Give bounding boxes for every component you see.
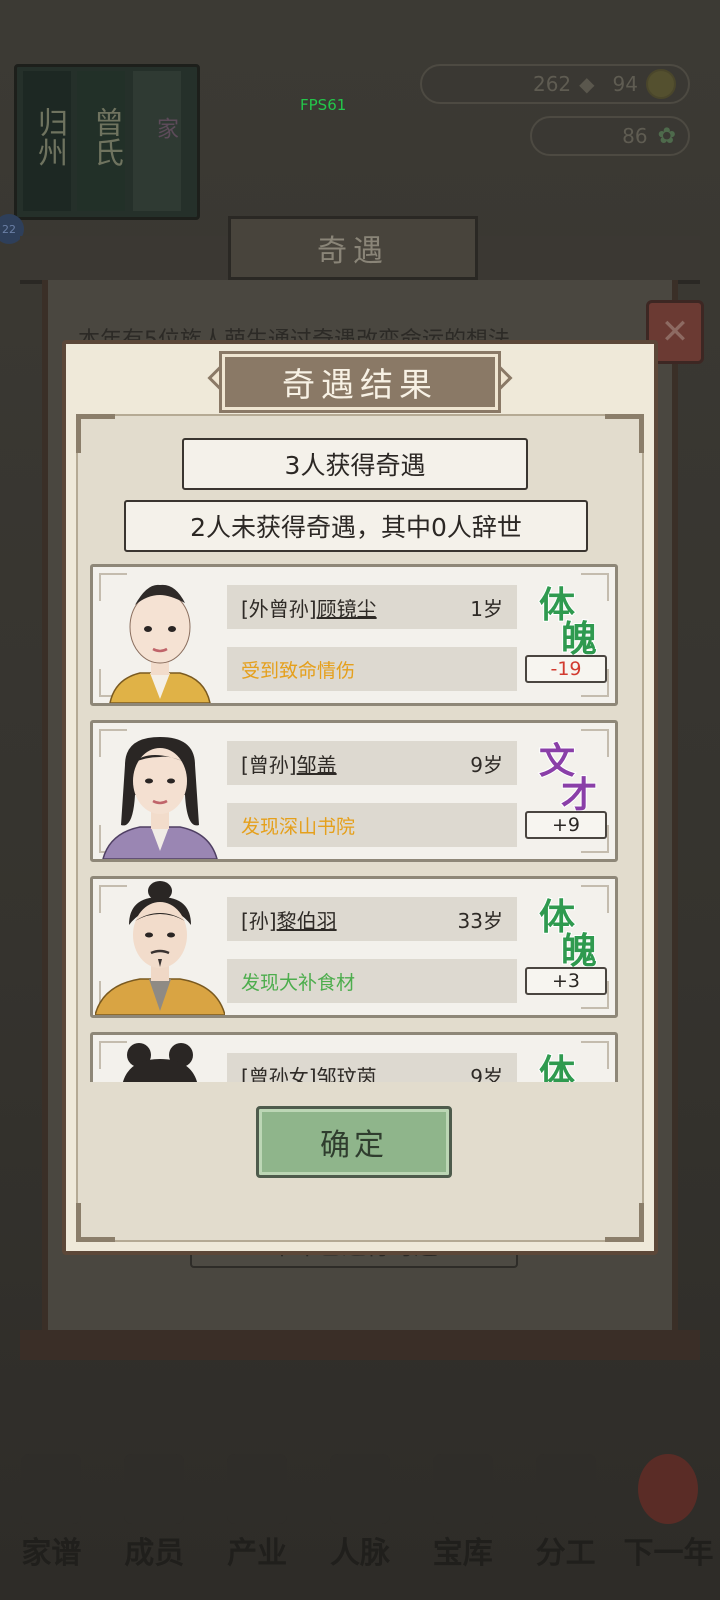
member-card: [孙]黎伯羽 33岁 发现大补食材 体 魄 +3 <box>90 876 618 1018</box>
nav-label: 成员 <box>124 1536 185 1571</box>
book-label-3: 家 <box>153 117 178 139</box>
member-name-row: [孙]黎伯羽 33岁 <box>227 897 517 941</box>
member-name-row: [曾孙女]邹玟茵 9岁 <box>227 1053 517 1082</box>
nav-members[interactable]: 成员 <box>109 1454 199 1572</box>
member-name-link[interactable]: 邹盖 <box>297 753 337 777</box>
resource-bar-second: 86 ✿ <box>530 116 690 156</box>
industry-icon <box>227 1454 288 1524</box>
nav-label: 人脉 <box>329 1536 390 1571</box>
network-icon <box>329 1454 390 1524</box>
assignment-icon <box>535 1454 596 1524</box>
member-age: 1岁 <box>470 596 503 621</box>
attribute-label-char: 体 <box>538 1052 576 1082</box>
attribute-delta: +3 <box>525 967 607 995</box>
member-event-text: 发现大补食材 <box>241 971 356 994</box>
member-card: [曾孙]邹盖 9岁 发现深山书院 文 才 +9 <box>90 720 618 862</box>
member-relation: [曾孙女] <box>241 1064 317 1083</box>
attribute-label-char: 魄 <box>560 618 598 660</box>
summary-not-obtained: 2人未获得奇遇，其中0人辞世 <box>124 500 588 552</box>
genealogy-icon <box>21 1454 82 1524</box>
member-relation: [孙] <box>241 908 277 933</box>
attribute-delta: +9 <box>525 811 607 839</box>
encounter-panel-title: 奇遇 <box>228 216 478 280</box>
nav-next-year[interactable]: 下一年 <box>623 1454 713 1572</box>
member-name-row: [曾孙]邹盖 9岁 <box>227 741 517 785</box>
member-event-row: 发现大补食材 <box>227 959 517 1003</box>
gem-icon: ◆ <box>579 72 595 96</box>
nav-label: 下一年 <box>623 1536 714 1571</box>
nav-assignment[interactable]: 分工 <box>521 1454 611 1572</box>
attribute-delta: -19 <box>525 655 607 683</box>
member-card: [外曾孙]顾镜尘 1岁 受到致命情伤 体 魄 -19 <box>90 564 618 706</box>
nav-treasury[interactable]: 宝库 <box>418 1454 508 1572</box>
summary-obtained: 3人获得奇遇 <box>182 438 528 490</box>
members-icon <box>124 1454 185 1524</box>
member-relation: [曾孙] <box>241 752 297 777</box>
member-age: 9岁 <box>470 752 503 777</box>
nav-label: 宝库 <box>432 1536 493 1571</box>
leaf-icon: ✿ <box>657 123 676 149</box>
member-event-text: 受到致命情伤 <box>241 659 356 682</box>
encounter-result-dialog: 奇遇结果 3人获得奇遇 2人未获得奇遇，其中0人辞世 [外曾孙]顾镜尘 1岁 受… <box>62 340 658 1255</box>
next-year-icon <box>638 1454 699 1524</box>
corner-ornament <box>76 414 115 453</box>
child-portrait-icon <box>109 584 211 703</box>
member-relation: [外曾孙] <box>241 596 317 621</box>
resource-2-value: 94 <box>612 72 638 96</box>
youth-portrait-icon <box>102 737 218 859</box>
member-age: 33岁 <box>457 908 503 933</box>
corner-ornament <box>605 414 644 453</box>
girl-portrait-icon <box>122 1043 198 1082</box>
member-name-link[interactable]: 顾镜尘 <box>317 597 377 621</box>
member-name-link[interactable]: 黎伯羽 <box>277 909 337 933</box>
nav-label: 分工 <box>535 1536 596 1571</box>
family-book-icon[interactable]: 归州 曾氏 家 <box>14 64 200 220</box>
confirm-button[interactable]: 确定 <box>256 1106 452 1178</box>
coin-icon <box>646 69 676 99</box>
nav-label: 家谱 <box>21 1536 82 1571</box>
member-card: [曾孙女]邹玟茵 9岁 体 <box>90 1032 618 1082</box>
fps-counter: FPS61 <box>300 96 347 114</box>
book-label-1: 归州 <box>32 107 67 167</box>
member-name-row: [外曾孙]顾镜尘 1岁 <box>227 585 517 629</box>
resource-3-value: 86 <box>622 124 648 148</box>
attribute-label-char: 才 <box>560 774 598 816</box>
book-label-2: 曾氏 <box>88 107 123 167</box>
resource-bar-top: 262 ◆ 94 <box>420 64 690 104</box>
member-event-row: 发现深山书院 <box>227 803 517 847</box>
resource-1-value: 262 <box>532 72 572 96</box>
member-event-text: 发现深山书院 <box>241 815 356 838</box>
member-result-list[interactable]: [外曾孙]顾镜尘 1岁 受到致命情伤 体 魄 -19 [曾孙]邹盖 9岁 发现深… <box>90 564 622 1082</box>
back-panel-base <box>20 1330 700 1360</box>
bottom-navigation: 家谱 成员 产业 人脉 宝库 分工 下一年 <box>0 1440 720 1600</box>
dialog-title: 奇遇结果 <box>219 351 501 413</box>
member-age: 9岁 <box>470 1064 503 1083</box>
treasury-icon <box>432 1454 493 1524</box>
member-name-link[interactable]: 邹玟茵 <box>317 1065 377 1083</box>
member-event-row: 受到致命情伤 <box>227 647 517 691</box>
corner-ornament <box>605 1203 644 1242</box>
nav-genealogy[interactable]: 家谱 <box>6 1454 96 1572</box>
nav-label: 产业 <box>227 1536 288 1571</box>
nav-network[interactable]: 人脉 <box>315 1454 405 1572</box>
nav-industry[interactable]: 产业 <box>212 1454 302 1572</box>
corner-ornament <box>76 1203 115 1242</box>
adult-portrait-icon <box>95 881 225 1015</box>
attribute-label-char: 魄 <box>560 930 598 972</box>
